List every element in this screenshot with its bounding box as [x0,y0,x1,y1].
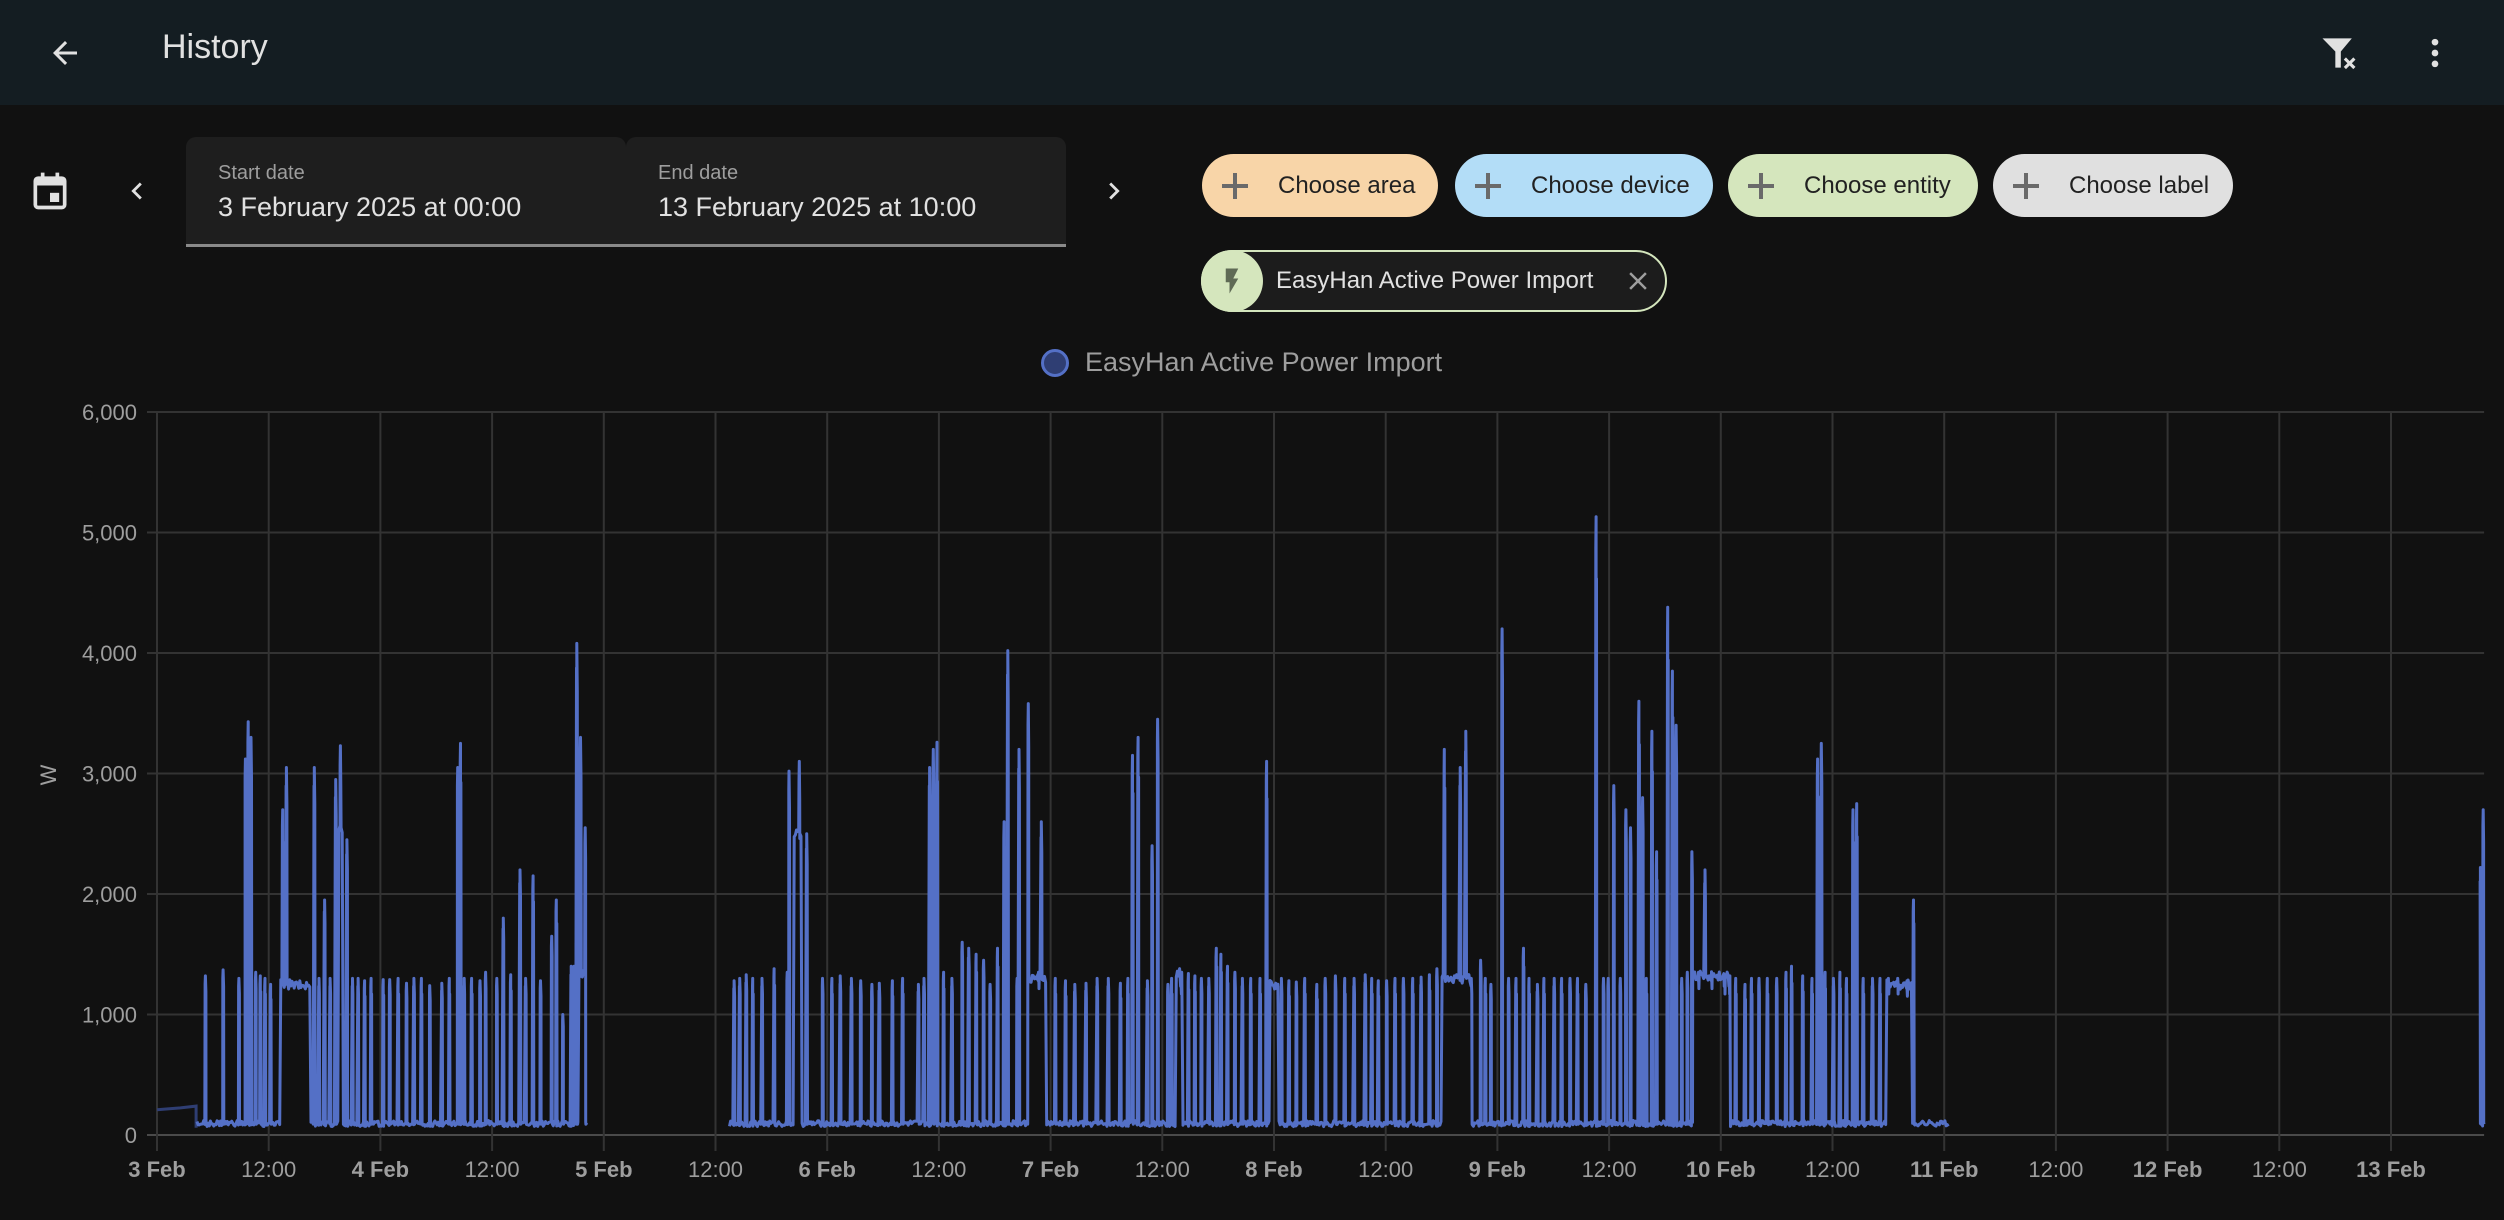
plus-icon [1220,171,1250,201]
x-tick-label: 12 Feb [2133,1157,2203,1182]
choose-device-label: Choose device [1531,171,1690,199]
x-tick-label: 9 Feb [1469,1157,1526,1182]
selected-entity-label: EasyHan Active Power Import [1276,267,1594,294]
x-tick-label: 10 Feb [1686,1157,1756,1182]
arrow-left-icon [53,41,77,65]
x-tick-label: 7 Feb [1022,1157,1079,1182]
y-tick-label: 5,000 [82,521,137,546]
chevron-right-icon [1109,182,1120,200]
start-date-value: 3 February 2025 at 00:00 [218,192,522,222]
end-date-label: End date [658,162,739,184]
history-chart[interactable]: 0 1,000 2,000 3,000 4,000 5,000 6,000 3 Feb 12:… [0,380,2504,1220]
calendar-button[interactable] [24,165,76,217]
plus-icon [2011,171,2041,201]
entity-icon-circle [1201,250,1263,312]
x-tick-label: 12:00 [2252,1157,2307,1182]
y-tick-label: 6,000 [82,400,137,425]
plus-icon [1473,171,1503,201]
x-tick-label: 3 Feb [128,1157,185,1182]
lightning-bolt-icon [1225,268,1239,294]
y-tick-label: 0 [125,1123,137,1148]
x-tick-label: 13 Feb [2356,1157,2426,1182]
start-date-label: Start date [218,162,305,184]
x-tick-label: 12:00 [2028,1157,2083,1182]
back-button[interactable] [40,28,90,78]
x-axis: 3 Feb 12:00 4 Feb 12:00 5 Feb 12:00 6 Feb 12:00… [128,1157,2426,1182]
remove-entity-button[interactable] [1623,266,1653,296]
x-tick-label: 8 Feb [1245,1157,1302,1182]
x-tick-label: 12:00 [465,1157,520,1182]
clear-filters-button[interactable] [2312,26,2366,80]
y-tick-label: 2,000 [82,882,137,907]
chart-legend-item[interactable]: EasyHan Active Power Import [1041,347,1442,378]
choose-area-button[interactable]: Choose area [1202,154,1438,217]
calendar-icon [33,172,67,210]
chevron-left-icon [131,182,142,200]
x-tick-label: 4 Feb [352,1157,409,1182]
dots-vertical-icon [2431,38,2439,68]
series-group [156,515,2486,1129]
y-axis: 0 1,000 2,000 3,000 4,000 5,000 6,000 [82,400,137,1148]
y-tick-label: 4,000 [82,641,137,666]
x-tick-label: 12:00 [1805,1157,1860,1182]
previous-range-button[interactable] [116,170,158,212]
next-range-button[interactable] [1093,170,1135,212]
choose-entity-button[interactable]: Choose entity [1728,154,1978,217]
end-date-field[interactable]: End date 13 February 2025 at 10:00 [626,137,1066,247]
series-line [1486,515,1950,1128]
app-bar: History [0,0,2504,105]
selected-entity-chip[interactable]: EasyHan Active Power Import [1201,250,1667,312]
stale-data-line [156,1104,198,1128]
choose-label-label: Choose label [2069,171,2210,199]
choose-area-label: Choose area [1278,171,1416,199]
page-title: History [162,28,268,66]
series-line [2478,808,2486,1128]
filter-remove-icon [2322,38,2356,70]
end-date-value: 13 February 2025 at 10:00 [658,192,977,222]
x-tick-label: 12:00 [911,1157,966,1182]
choose-entity-label: Choose entity [1804,171,1951,199]
x-tick-label: 6 Feb [798,1157,855,1182]
series-line [728,649,1490,1129]
x-tick-label: 12:00 [1582,1157,1637,1182]
close-icon [1629,272,1647,290]
legend-label: EasyHan Active Power Import [1085,347,1443,377]
choose-device-button[interactable]: Choose device [1455,154,1713,217]
x-tick-label: 12:00 [688,1157,743,1182]
overflow-menu-button[interactable] [2408,26,2462,80]
x-tick-label: 12:00 [1135,1157,1190,1182]
plus-icon [1746,171,1776,201]
x-tick-label: 12:00 [1358,1157,1413,1182]
x-tick-label: 5 Feb [575,1157,632,1182]
y-tick-label: 3,000 [82,762,137,787]
legend-marker [1041,348,1069,377]
y-axis-label: W [36,764,61,785]
choose-label-button[interactable]: Choose label [1993,154,2233,217]
series-line [195,641,589,1128]
y-tick-label: 1,000 [82,1003,137,1028]
start-date-field[interactable]: Start date 3 February 2025 at 00:00 [186,137,626,247]
x-tick-label: 11 Feb [1910,1157,1978,1182]
x-tick-label: 12:00 [241,1157,296,1182]
